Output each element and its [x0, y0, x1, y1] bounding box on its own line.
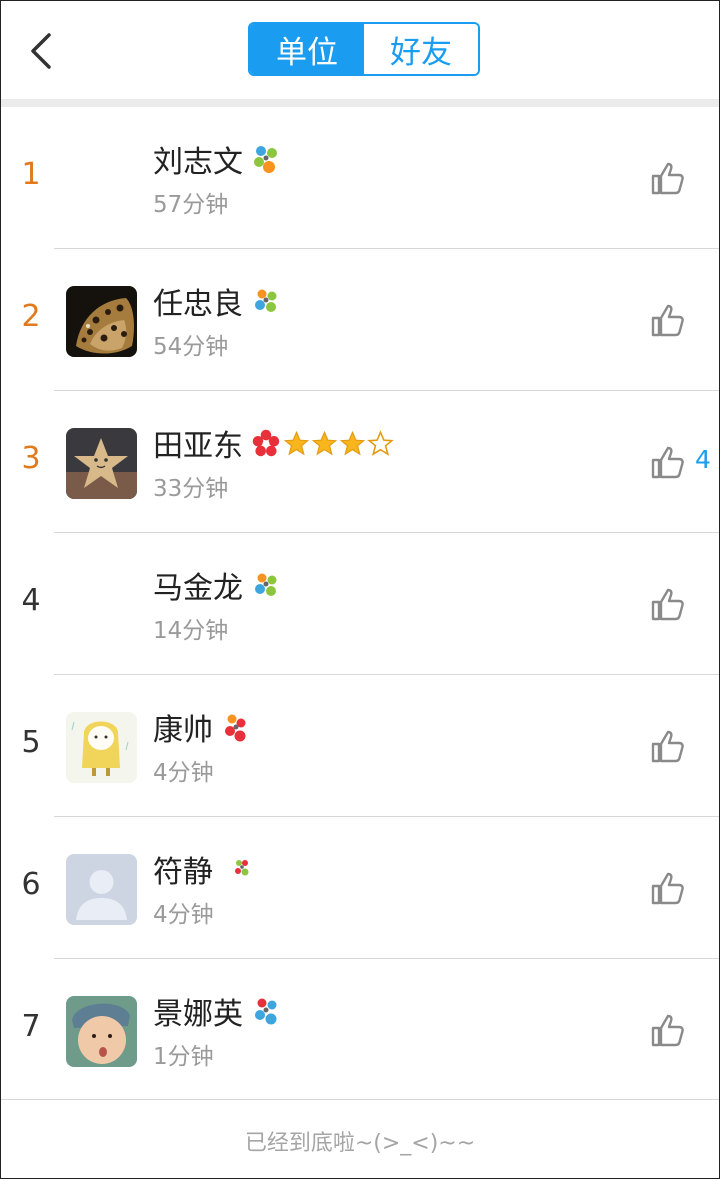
flower-medal-icon	[225, 714, 246, 742]
user-name: 刘志文	[153, 145, 243, 180]
name-line: 马金龙	[153, 565, 281, 606]
user-name: 任忠良	[153, 287, 243, 322]
star-rating	[283, 429, 395, 457]
ranking-list: 1 刘志文 57分钟 2 任忠良 54分钟 3 田亚东 33分钟 4 4 马金龙…	[1, 107, 719, 1101]
avatar[interactable]	[66, 286, 137, 357]
avatar[interactable]	[66, 854, 137, 925]
name-line: 符静	[153, 849, 257, 890]
default-person-icon	[66, 854, 137, 925]
scope-segmented-control: 单位 好友	[248, 22, 480, 76]
app-frame: 单位 好友 1 刘志文 57分钟 2 任忠良 54分钟 3 田亚东 33分钟 4…	[0, 0, 720, 1179]
name-line: 景娜英	[153, 991, 281, 1032]
list-item[interactable]: 6 符静 4分钟	[1, 817, 719, 959]
tab-friends[interactable]: 好友	[364, 24, 478, 74]
list-item[interactable]: 4 马金龙 14分钟	[1, 533, 719, 675]
footer-divider	[1, 1099, 719, 1100]
avatar[interactable]	[66, 712, 137, 783]
star-filled-icon	[283, 430, 310, 455]
list-item[interactable]: 3 田亚东 33分钟 4	[1, 391, 719, 533]
thumbs-up-icon[interactable]	[649, 869, 687, 907]
star-filled-icon	[311, 430, 338, 455]
user-name: 田亚东	[153, 429, 243, 464]
duration-text: 4分钟	[153, 902, 214, 928]
flower-medal-icon	[255, 573, 277, 596]
leopard-avatar-image	[66, 286, 137, 357]
name-line: 刘志文	[153, 139, 281, 180]
duration-text: 1分钟	[153, 1044, 214, 1070]
tab-unit[interactable]: 单位	[250, 24, 364, 74]
user-name: 康帅	[153, 713, 213, 748]
rank-number: 4	[21, 583, 41, 618]
list-item[interactable]: 7 景娜英 1分钟	[1, 959, 719, 1101]
rank-number: 5	[21, 725, 41, 760]
name-line: 康帅	[153, 707, 251, 748]
avatar[interactable]	[66, 996, 137, 1067]
duration-text: 54分钟	[153, 334, 229, 360]
thumbs-up-icon[interactable]	[649, 301, 687, 339]
user-name: 马金龙	[153, 571, 243, 606]
star-filled-icon	[339, 430, 366, 455]
name-line: 田亚东	[153, 423, 395, 464]
cartoon-avatar-image	[66, 712, 137, 783]
duration-text: 33分钟	[153, 476, 229, 502]
rank-number: 6	[21, 867, 41, 902]
flower-medal-icon	[255, 289, 277, 312]
rank-number: 3	[21, 441, 41, 476]
avatar[interactable]	[66, 428, 137, 499]
duration-text: 4分钟	[153, 760, 214, 786]
thumbs-up-icon[interactable]	[649, 1011, 687, 1049]
duration-text: 57分钟	[153, 192, 229, 218]
child-photo-avatar-image	[66, 996, 137, 1067]
flower-medal-icon	[255, 998, 277, 1025]
header: 单位 好友	[1, 1, 719, 99]
list-item[interactable]: 2 任忠良 54分钟	[1, 249, 719, 391]
star-toy-avatar-image	[66, 428, 137, 499]
rank-number: 7	[21, 1009, 41, 1044]
end-of-list-text: 已经到底啦~(>_<)~~	[244, 1131, 476, 1156]
chevron-left-icon	[31, 33, 51, 69]
thumbs-up-icon[interactable]	[649, 159, 687, 197]
user-name: 景娜英	[153, 997, 243, 1032]
thumbs-up-icon[interactable]	[649, 727, 687, 765]
duration-text: 14分钟	[153, 618, 229, 644]
thumbs-up-icon[interactable]	[649, 443, 687, 481]
flower-medal-icon	[254, 146, 277, 173]
back-button[interactable]	[23, 29, 63, 73]
list-item[interactable]: 1 刘志文 57分钟	[1, 107, 719, 249]
user-name: 符静	[153, 855, 213, 890]
rank-number: 1	[21, 157, 41, 192]
name-line: 任忠良	[153, 281, 281, 322]
like-count: 4	[695, 445, 711, 474]
small-flower-medal-icon	[235, 860, 249, 876]
thumbs-up-icon[interactable]	[649, 585, 687, 623]
red-flower-medal-icon	[252, 429, 280, 457]
rank-number: 2	[21, 299, 41, 334]
header-divider	[1, 99, 719, 107]
star-empty-icon	[367, 429, 394, 456]
list-item[interactable]: 5 康帅 4分钟	[1, 675, 719, 817]
